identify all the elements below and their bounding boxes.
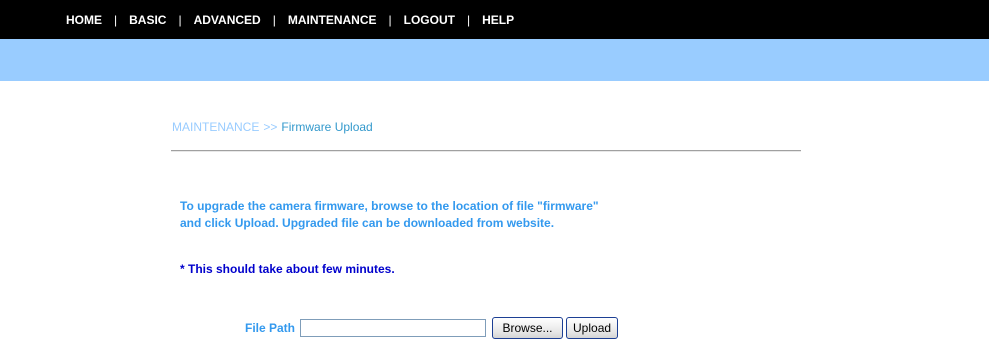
upload-button[interactable]: Upload <box>566 317 619 339</box>
nav-separator: | <box>178 13 182 27</box>
main-nav: HOME | BASIC | ADVANCED | MAINTENANCE | … <box>66 11 514 29</box>
file-upload-form: File Path Browse... Upload <box>245 316 619 340</box>
file-path-input[interactable] <box>300 319 487 337</box>
nav-help[interactable]: HELP <box>482 13 514 27</box>
duration-note: * This should take about few minutes. <box>180 262 395 276</box>
nav-separator: | <box>388 13 392 27</box>
nav-separator: | <box>466 13 471 27</box>
instructions-line-1: To upgrade the camera firmware, browse t… <box>180 199 599 213</box>
breadcrumb-page: Firmware Upload <box>281 120 373 134</box>
upgrade-instructions: To upgrade the camera firmware, browse t… <box>180 198 820 232</box>
divider <box>171 150 801 152</box>
nav-separator: | <box>114 13 118 27</box>
nav-home[interactable]: HOME <box>66 13 102 27</box>
nav-separator: | <box>272 13 276 27</box>
breadcrumb-section: MAINTENANCE <box>172 120 260 134</box>
nav-advanced[interactable]: ADVANCED <box>194 13 261 27</box>
browse-button[interactable]: Browse... <box>492 317 564 339</box>
nav-maintenance[interactable]: MAINTENANCE <box>288 13 377 27</box>
instructions-line-2: and click Upload. Upgraded file can be d… <box>180 216 555 230</box>
breadcrumb-arrow: >> <box>263 120 278 134</box>
breadcrumb: MAINTENANCE >> Firmware Upload <box>172 120 373 134</box>
file-path-label: File Path <box>245 321 296 335</box>
top-nav-bar: HOME | BASIC | ADVANCED | MAINTENANCE | … <box>0 0 989 39</box>
nav-basic[interactable]: BASIC <box>129 13 166 27</box>
nav-logout[interactable]: LOGOUT <box>404 13 455 27</box>
sub-header-bar <box>0 39 989 81</box>
